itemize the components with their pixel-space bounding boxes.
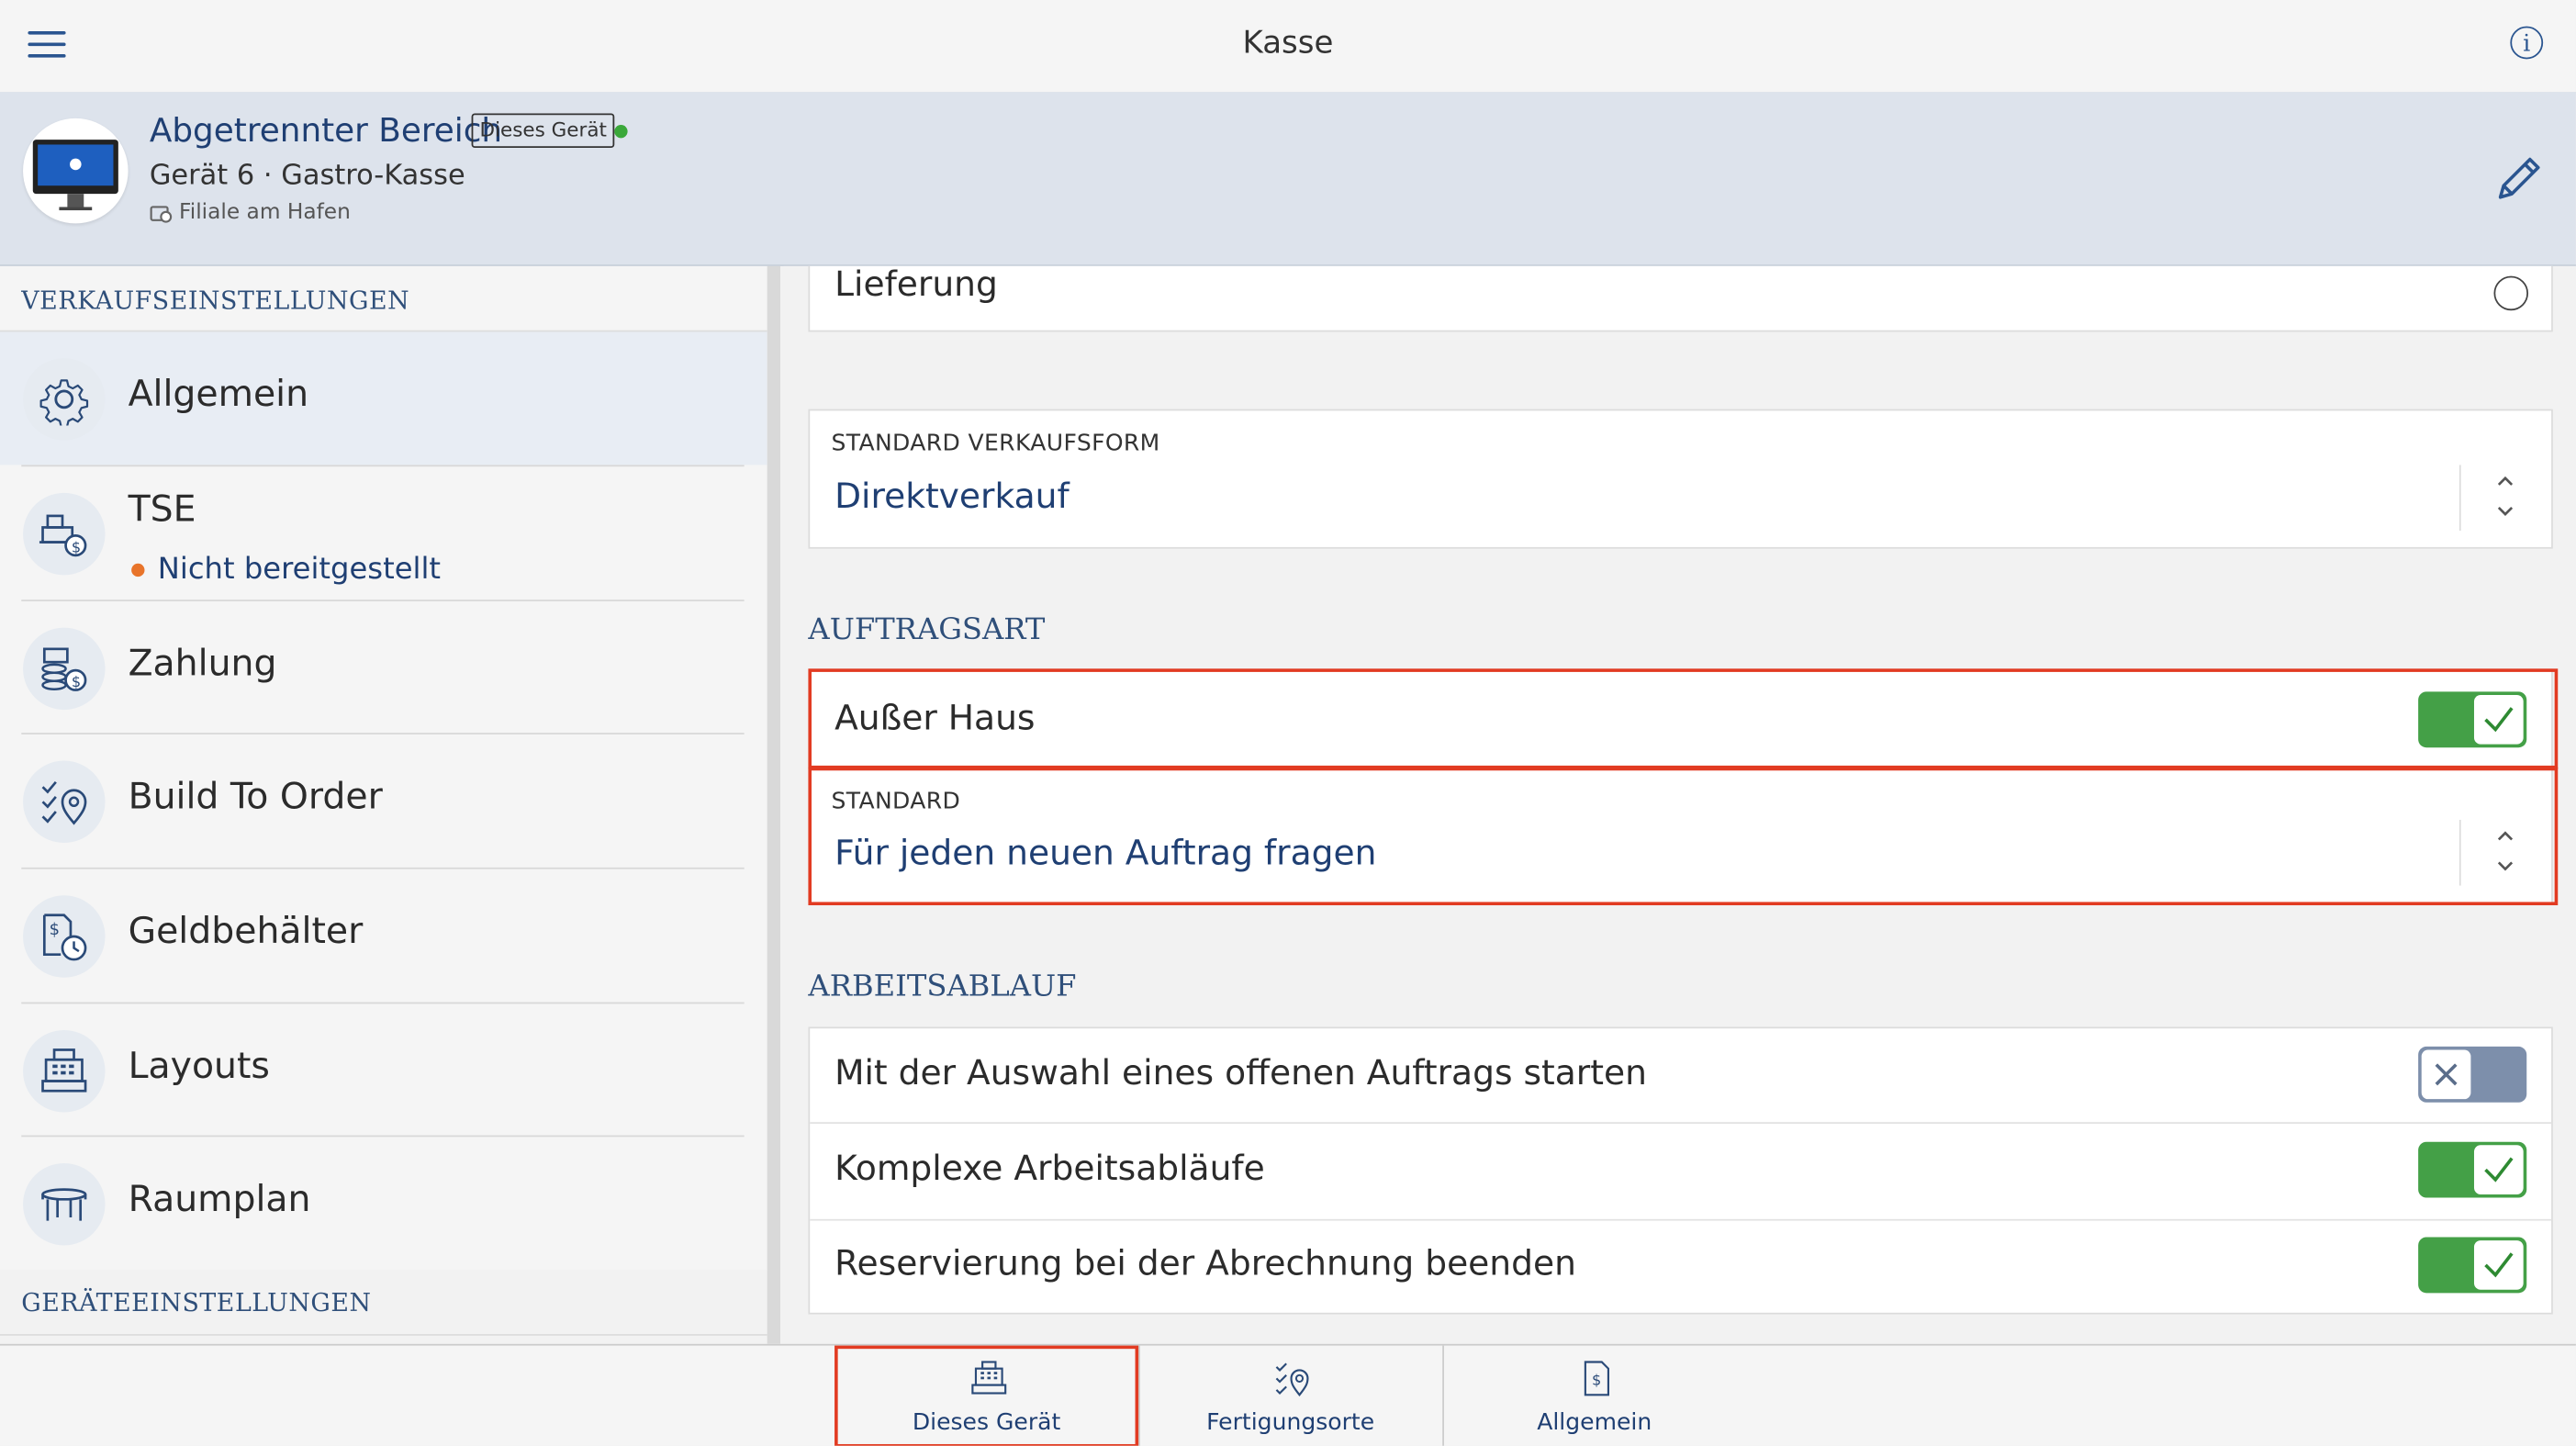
workflow-card: Mit der Auswahl eines offenen Auftrags s…: [808, 1026, 2553, 1315]
info-icon[interactable]: i: [2510, 26, 2544, 60]
warning-dot: [131, 562, 145, 577]
toggle-knob: [2473, 1240, 2524, 1290]
money-timer-icon: $: [23, 895, 106, 978]
open-order-toggle[interactable]: [2418, 1046, 2527, 1103]
sidebar-item-label: Geldbehälter: [128, 912, 364, 953]
x-icon: [2435, 1063, 2458, 1086]
delivery-row[interactable]: Lieferung: [808, 265, 2553, 332]
sale-form-value: Direktverkauf: [834, 476, 1070, 516]
svg-text:$: $: [50, 920, 60, 939]
settings-content: Lieferung STANDARD VERKAUFSFORM Direktve…: [783, 265, 2576, 1344]
section-title-device: GERÄTEEINSTELLUNGEN: [21, 1287, 372, 1318]
chevron-down-icon: [2497, 507, 2514, 517]
checkmark-icon: [2484, 1157, 2514, 1183]
chevron-down-icon: [2497, 861, 2514, 871]
register-layout-icon: [23, 1030, 106, 1113]
tab-fertigungsorte[interactable]: Fertigungsorte: [1138, 1346, 1442, 1446]
delivery-label: Lieferung: [834, 265, 998, 305]
settings-sidebar: VERKAUFSEINSTELLUNGEN Allgemein $ TSE Ni…: [0, 265, 767, 1344]
device-subtitle: Gerät 6 · Gastro-Kasse: [149, 159, 465, 193]
location-label: Filiale am Hafen: [179, 200, 351, 226]
tab-dieses-geraet[interactable]: Dieses Gerät: [834, 1346, 1138, 1446]
page-title: Kasse: [1242, 24, 1334, 62]
device-header: Abgetrennter Bereich Dieses Gerät Gerät …: [0, 92, 2576, 266]
device-name: Abgetrennter Bereich: [149, 109, 503, 150]
pencil-edit-icon[interactable]: [2491, 151, 2547, 207]
desktop-computer-icon: [23, 118, 129, 224]
tab-label: Dieses Gerät: [912, 1409, 1061, 1437]
gear-icon: [23, 358, 106, 441]
section-title-order-type: AUFTRAGSART: [808, 612, 1046, 648]
tse-status: Nicht bereitgestellt: [131, 552, 441, 587]
tab-allgemein[interactable]: $ Allgemein: [1442, 1346, 1746, 1446]
sidebar-item-zahlung[interactable]: $ Zahlung: [0, 601, 767, 734]
takeaway-label: Außer Haus: [834, 698, 1036, 738]
sidebar-item-build-to-order[interactable]: Build To Order: [0, 734, 767, 868]
standard-value: Für jeden neuen Auftrag fragen: [834, 833, 1377, 873]
cash-register-icon: [971, 1361, 1007, 1395]
cash-register-coin-icon: $: [23, 492, 106, 576]
sale-form-label: STANDARD VERKAUFSFORM: [831, 430, 1160, 457]
bottom-tab-bar: Dieses Gerät Fertigungsorte $ Allgemein: [0, 1343, 2576, 1446]
svg-text:$: $: [72, 673, 81, 690]
this-device-badge: Dieses Gerät: [471, 113, 615, 149]
device-location: Filiale am Hafen: [150, 200, 351, 225]
sidebar-item-label: Raumplan: [128, 1179, 311, 1221]
order-type-card: Außer Haus STANDARD Für jeden neuen Auft…: [808, 668, 2553, 906]
checklist-location-icon: [23, 760, 106, 844]
reservation-toggle[interactable]: [2418, 1237, 2527, 1294]
delivery-radio[interactable]: [2493, 275, 2529, 311]
sidebar-item-label: Zahlung: [128, 644, 277, 686]
takeaway-toggle[interactable]: [2418, 691, 2527, 748]
sidebar-item-layouts[interactable]: Layouts: [0, 1003, 767, 1137]
sidebar-item-label: Build To Order: [128, 777, 383, 819]
checklist-location-icon: [1275, 1362, 1309, 1397]
svg-text:$: $: [72, 538, 81, 555]
standard-label: STANDARD: [831, 788, 961, 815]
store-tag-icon: [150, 205, 173, 222]
online-status-dot: [614, 125, 628, 139]
sidebar-item-label: TSE: [128, 489, 196, 532]
toggle-knob: [2473, 1145, 2524, 1194]
complex-workflow-toggle[interactable]: [2418, 1141, 2527, 1198]
checkmark-icon: [2484, 1252, 2514, 1278]
sidebar-item-label: Layouts: [128, 1046, 270, 1088]
workflow-label-complex: Komplexe Arbeitsabläufe: [834, 1148, 1265, 1188]
payment-coins-icon: $: [23, 627, 106, 711]
tse-status-text: Nicht bereitgestellt: [157, 552, 442, 587]
top-bar: Kasse i: [0, 0, 2576, 95]
document-dollar-icon: $: [1584, 1361, 1609, 1396]
chevron-up-icon: [2497, 831, 2514, 841]
toggle-knob: [2473, 694, 2524, 745]
sidebar-item-geldbehaelter[interactable]: $ Geldbehälter: [0, 869, 767, 1003]
sidebar-item-label: Allgemein: [128, 375, 309, 416]
workflow-label-open-order: Mit der Auswahl eines offenen Auftrags s…: [834, 1053, 1647, 1093]
sidebar-item-raumplan[interactable]: Raumplan: [0, 1137, 767, 1270]
section-title-workflow: ARBEITSABLAUF: [808, 969, 1077, 1004]
tab-label: Allgemein: [1537, 1409, 1652, 1437]
sale-form-stepper[interactable]: [2458, 465, 2551, 532]
sidebar-item-tse[interactable]: $ TSE Nicht bereitgestellt: [0, 466, 767, 600]
tab-label: Fertigungsorte: [1206, 1409, 1375, 1437]
app-window: Kasse i Abgetrennter Bereich Dieses Gerä…: [0, 0, 2576, 1446]
chevron-up-icon: [2497, 476, 2514, 486]
sidebar-scrollbar[interactable]: [767, 265, 781, 1344]
default-sale-form-select[interactable]: STANDARD VERKAUFSFORM Direktverkauf: [808, 409, 2553, 549]
table-icon: [23, 1162, 106, 1246]
workflow-label-reservation: Reservierung bei der Abrechnung beenden: [834, 1243, 1576, 1283]
standard-stepper[interactable]: [2458, 819, 2551, 886]
toggle-knob: [2421, 1049, 2471, 1100]
section-title-sales: VERKAUFSEINSTELLUNGEN: [21, 286, 410, 316]
sidebar-item-allgemein[interactable]: Allgemein: [0, 331, 767, 465]
checkmark-icon: [2484, 707, 2514, 733]
svg-text:$: $: [1592, 1372, 1601, 1389]
